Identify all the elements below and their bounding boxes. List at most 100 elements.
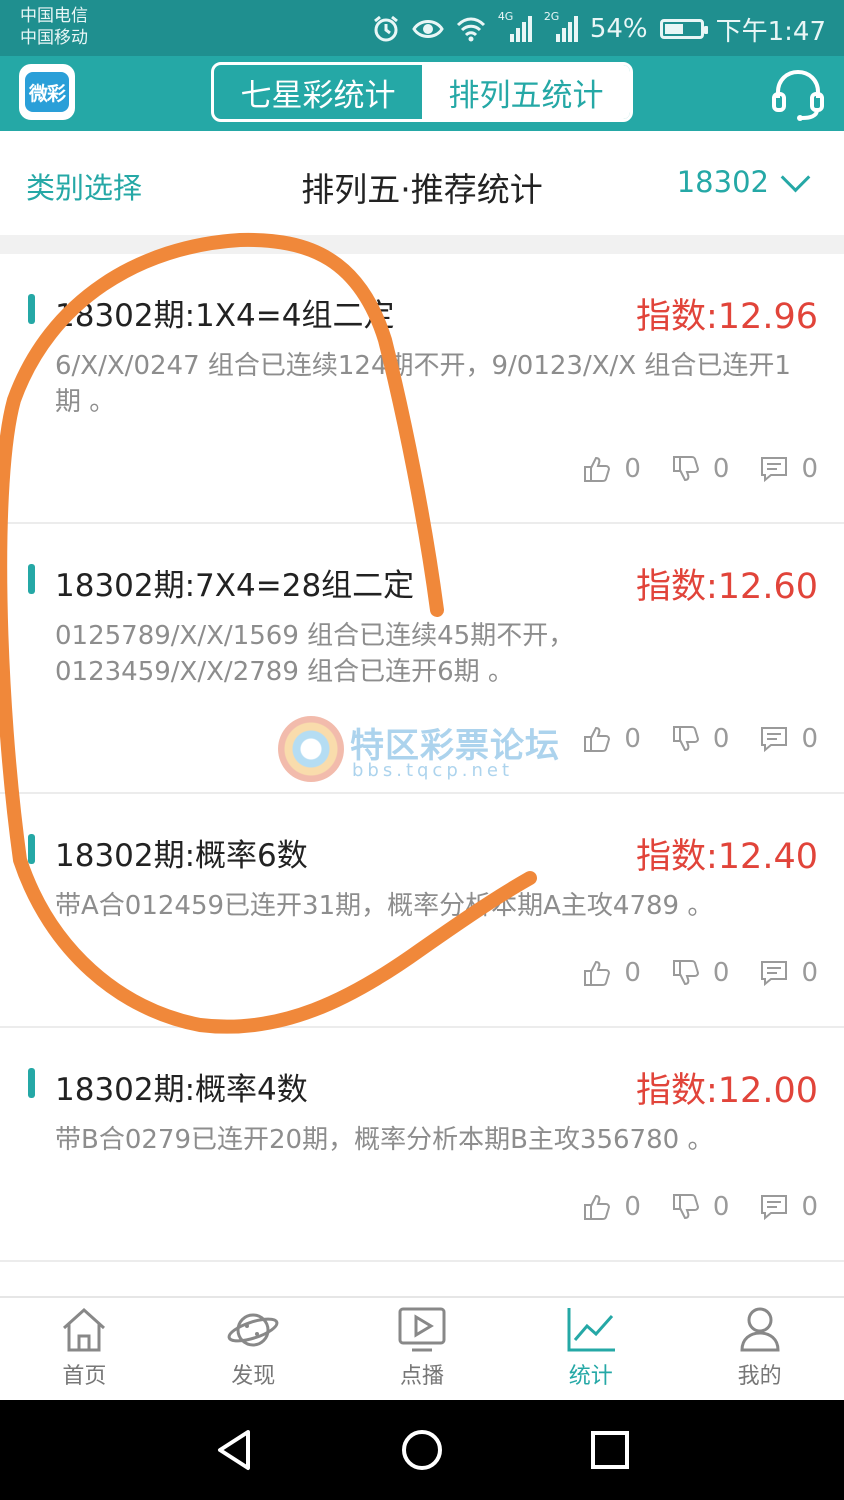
comment-button[interactable]: 0	[759, 1192, 818, 1222]
card-title: 18302期:概率4数	[55, 1072, 308, 1108]
tab-statistics[interactable]: 统计	[506, 1298, 675, 1400]
comment-count: 0	[801, 1192, 818, 1222]
watermark-url: bbs.tqcp.net	[352, 760, 514, 781]
user-icon	[740, 1307, 780, 1352]
tab-pailiewu-stats[interactable]: 排列五统计	[422, 65, 630, 119]
card-actions: 0 0 0	[582, 724, 818, 754]
comment-button[interactable]: 0	[759, 454, 818, 484]
card-description: 带B合0279已连开20期，概率分析本期B主攻356780 。	[55, 1125, 714, 1155]
network-2g-label: 2G	[543, 9, 560, 23]
dislike-button[interactable]: 0	[671, 724, 729, 754]
card-accent-bar	[28, 294, 35, 324]
tab-discover[interactable]: 发现	[169, 1298, 338, 1400]
thumbs-up-icon	[584, 456, 611, 482]
network-4g-label: 4G	[497, 9, 514, 23]
headset-icon[interactable]	[770, 66, 826, 122]
signal-icon-4g: 4G	[498, 10, 532, 45]
comment-count: 0	[801, 958, 818, 988]
comment-count: 0	[801, 454, 818, 484]
like-count: 0	[624, 454, 641, 484]
recommendation-card[interactable]: 18302期:1X4=4组二定 指数:12.96 6/X/X/0247 组合已连…	[0, 254, 844, 524]
home-button-icon[interactable]	[398, 1426, 446, 1474]
recent-apps-icon[interactable]	[586, 1426, 634, 1474]
issue-number: 18302	[676, 165, 769, 199]
app-bar: 微彩 七星彩统计 排列五统计	[0, 56, 844, 131]
thumbs-down-icon	[672, 960, 699, 986]
thumbs-up-icon	[584, 1194, 611, 1220]
thumbs-down-icon	[672, 1194, 699, 1220]
status-bar: 中国电信 中国移动 4G 2G 54% 下午1:47	[0, 0, 844, 56]
card-accent-bar	[28, 834, 35, 864]
comment-count: 0	[801, 724, 818, 754]
home-icon	[63, 1307, 106, 1352]
clock: 下午1:47	[715, 16, 826, 47]
issue-dropdown[interactable]: 18302	[676, 162, 811, 199]
tab-on-demand[interactable]: 点播	[338, 1298, 507, 1400]
tab-statistics-label: 统计	[568, 1364, 613, 1389]
status-icons: 4G 2G 54% 下午1:47	[372, 10, 826, 47]
battery-fill	[664, 24, 683, 34]
signal-icon-2g: 2G	[544, 10, 578, 45]
card-description: 带A合012459已连开31期，概率分析本期A主攻4789 。	[55, 891, 714, 921]
carrier-2: 中国移动	[20, 28, 88, 48]
card-description: 6/X/X/0247 组合已连续124期不开，9/0123/X/X 组合已连开1…	[55, 351, 791, 417]
card-actions: 0 0 0	[582, 958, 818, 988]
comment-icon	[761, 457, 788, 483]
battery-percent: 54%	[589, 14, 648, 44]
eye-icon	[412, 20, 444, 38]
dislike-button[interactable]: 0	[671, 958, 730, 988]
dislike-count: 0	[712, 1192, 730, 1222]
like-count: 0	[624, 724, 641, 754]
tab-mine-label: 我的	[737, 1364, 782, 1389]
comment-icon	[761, 727, 788, 753]
carrier-1: 中国电信	[20, 6, 88, 26]
dislike-count: 0	[712, 454, 730, 484]
recommendation-card[interactable]: 18302期:概率4数 指数:12.00 带B合0279已连开20期，概率分析本…	[0, 1028, 844, 1262]
carrier-names: 中国电信 中国移动	[20, 5, 88, 49]
dislike-button[interactable]: 0	[671, 454, 730, 484]
like-button[interactable]: 0	[582, 724, 641, 754]
thumbs-down-icon	[672, 456, 699, 482]
chevron-down-icon	[780, 162, 811, 192]
comment-icon	[761, 961, 788, 987]
tab-home[interactable]: 首页	[0, 1298, 169, 1400]
card-accent-bar	[28, 1068, 35, 1098]
recommendation-card[interactable]: 18302期:概率6数 指数:12.40 带A合012459已连开31期，概率分…	[0, 794, 844, 1028]
card-index: 指数:12.00	[636, 1071, 818, 1111]
app-logo[interactable]: 微彩	[19, 64, 75, 120]
like-count: 0	[624, 1192, 641, 1222]
thumbs-down-icon	[672, 726, 699, 752]
logo-text: 微彩	[25, 72, 69, 112]
section-divider	[0, 235, 844, 254]
card-index: 指数:12.96	[636, 297, 818, 337]
back-icon[interactable]	[212, 1426, 260, 1474]
title-row: 类别选择 排列五·推荐统计 18302	[0, 131, 844, 235]
comment-button[interactable]: 0	[759, 724, 818, 754]
card-index: 指数:12.60	[636, 567, 818, 607]
chart-icon	[567, 1308, 615, 1352]
planet-icon	[227, 1313, 279, 1347]
tab-mine[interactable]: 我的	[675, 1298, 844, 1400]
tab-discover-label: 发现	[231, 1364, 276, 1389]
dislike-button[interactable]: 0	[671, 1192, 730, 1222]
tab-on-demand-label: 点播	[399, 1364, 444, 1389]
stats-type-switch: 七星彩统计 排列五统计	[211, 62, 633, 122]
wifi-icon	[456, 17, 485, 42]
comment-icon	[761, 1195, 788, 1221]
tab-qixingcai-stats[interactable]: 七星彩统计	[214, 65, 422, 119]
thumbs-up-icon	[584, 726, 611, 752]
watermark-logo-icon	[278, 716, 344, 782]
like-button[interactable]: 0	[582, 958, 641, 988]
dislike-count: 0	[712, 958, 730, 988]
like-button[interactable]: 0	[582, 454, 641, 484]
alarm-icon	[373, 15, 398, 42]
card-actions: 0 0 0	[582, 1192, 818, 1222]
battery-icon	[659, 19, 708, 39]
card-accent-bar	[28, 564, 35, 594]
card-actions: 0 0 0	[582, 454, 818, 484]
comment-button[interactable]: 0	[759, 958, 818, 988]
card-title: 18302期:7X4=28组二定	[55, 568, 415, 604]
play-icon	[398, 1307, 446, 1352]
thumbs-up-icon	[584, 960, 611, 986]
like-button[interactable]: 0	[582, 1192, 641, 1222]
